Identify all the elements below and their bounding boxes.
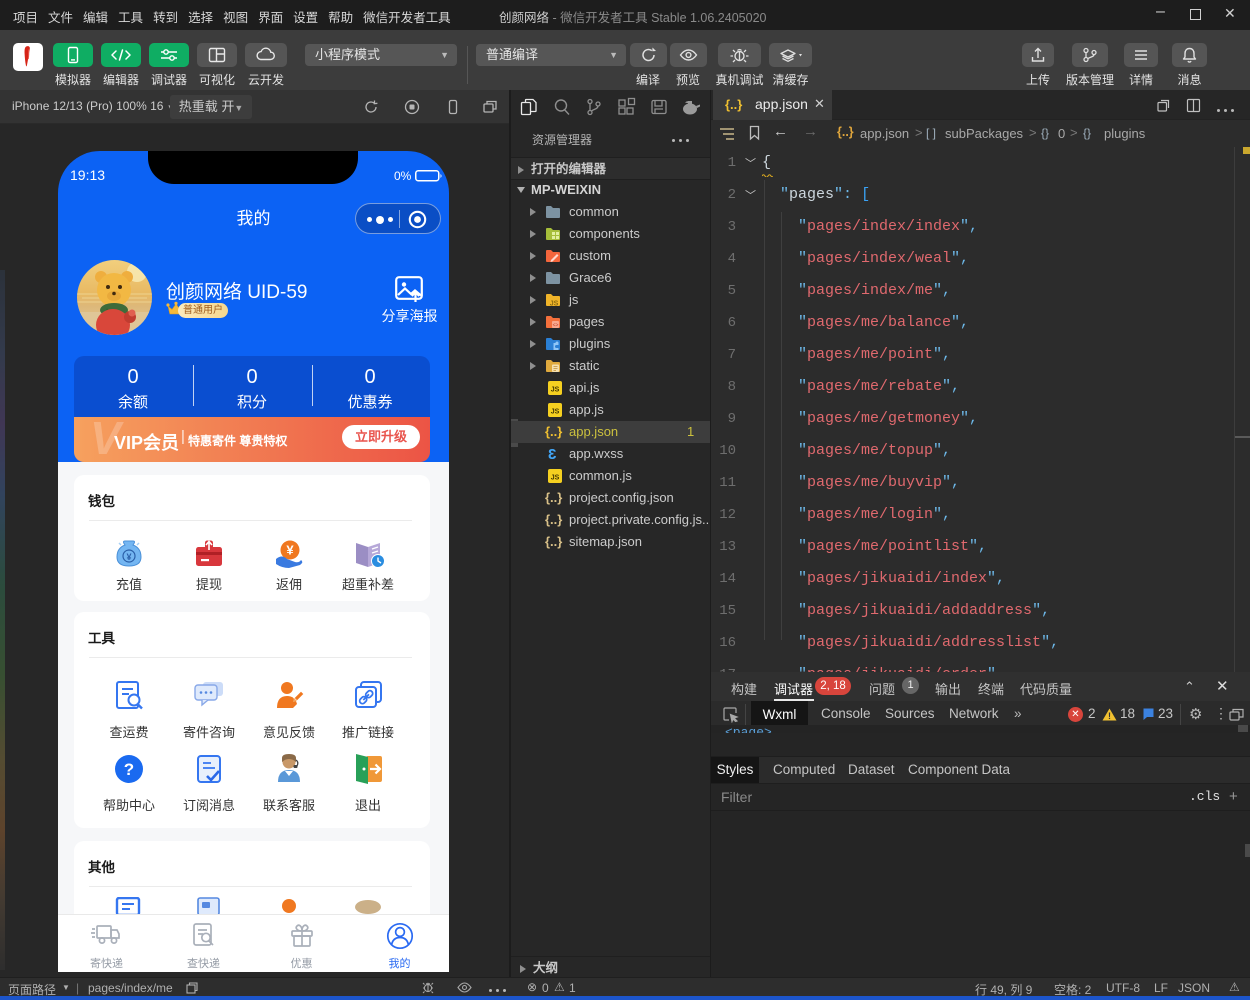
svg-text:?: ?	[124, 760, 134, 779]
svg-text:!: !	[1108, 711, 1111, 721]
svg-text:<>: <>	[553, 323, 559, 329]
svg-text:¥: ¥	[286, 543, 294, 558]
svg-text:JS: JS	[551, 409, 560, 416]
svg-text:JS: JS	[551, 387, 560, 394]
svg-text:JS: JS	[551, 475, 560, 482]
svg-text:JS: JS	[550, 301, 559, 308]
svg-text:¥: ¥	[126, 552, 131, 562]
